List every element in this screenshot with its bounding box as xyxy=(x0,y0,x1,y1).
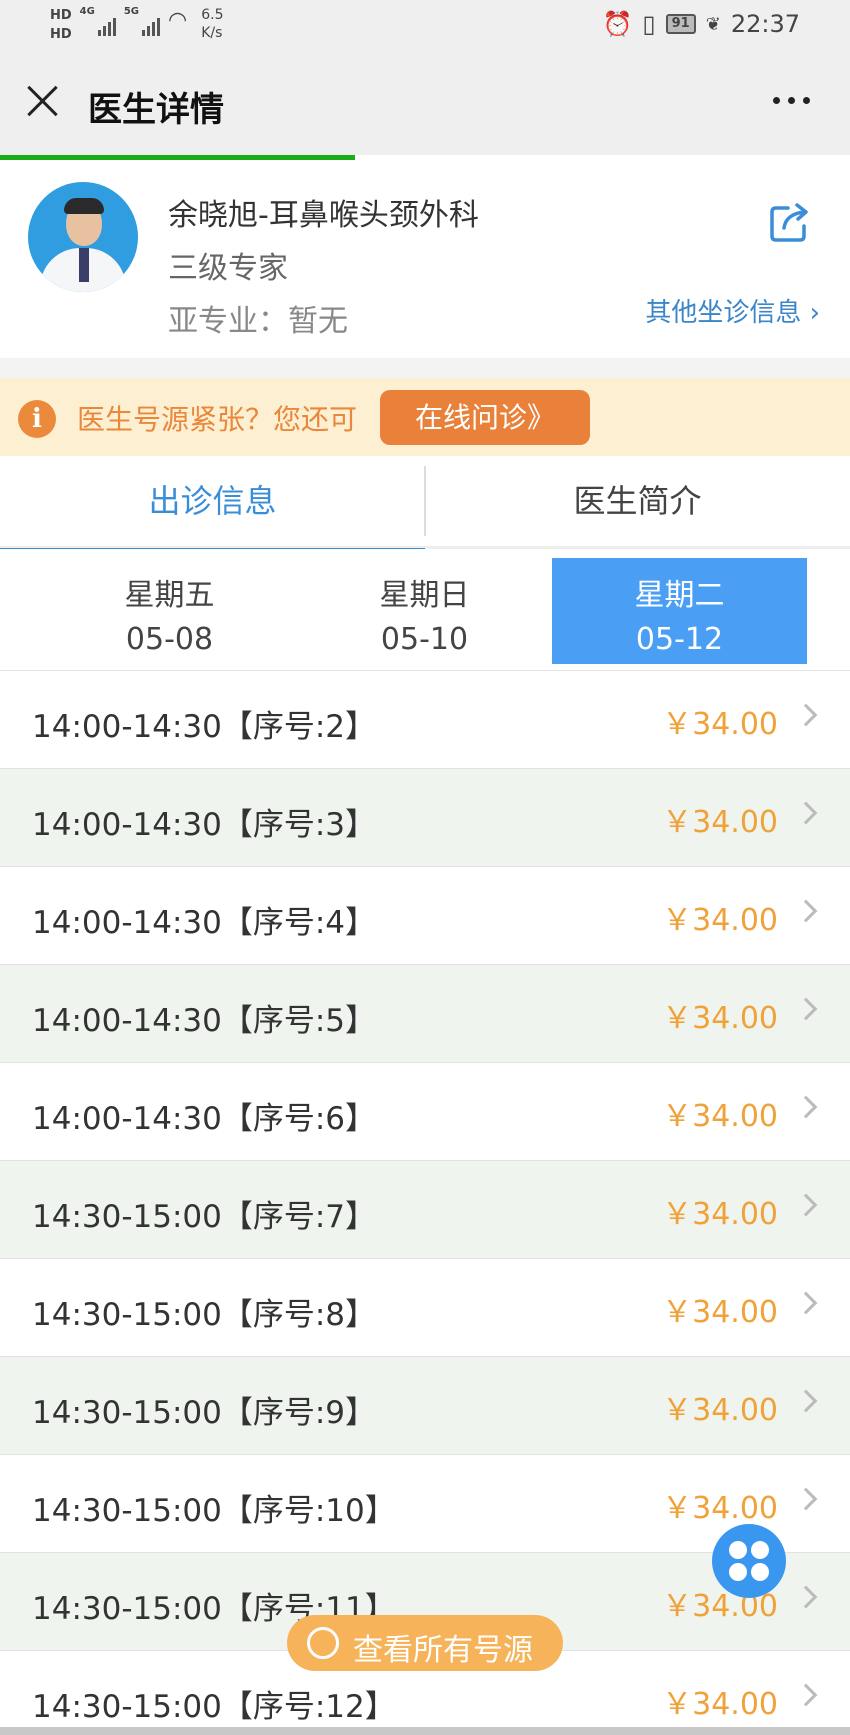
other-clinic-info-link[interactable]: 其他坐诊信息 › xyxy=(645,292,820,329)
doctor-subspecialty: 亚专业：暂无 xyxy=(168,304,348,339)
doctor-card: 余晓旭-耳鼻喉头颈外科 三级专家 亚专业：暂无 其他坐诊信息 › xyxy=(0,160,850,358)
section-gap xyxy=(0,358,850,378)
vibrate-icon: ▯ xyxy=(642,10,656,38)
tab-doctor-intro[interactable]: 医生简介 xyxy=(425,456,850,549)
view-all-slots-label: 查看所有号源 xyxy=(353,1633,533,1668)
chevron-right-icon xyxy=(794,1389,818,1413)
slot-price: ￥34.00 xyxy=(662,707,778,742)
slot-time: 14:00-14:30【序号:3】 xyxy=(32,807,377,843)
network-5g-label: 5G xyxy=(123,6,140,17)
hd-badge-1: HD xyxy=(50,8,72,23)
clock-time: 22:37 xyxy=(730,10,800,38)
close-icon[interactable] xyxy=(26,84,60,118)
date-selector: 星期五 05-08 星期日 05-10 星期二 05-12 xyxy=(0,549,850,671)
share-icon[interactable] xyxy=(768,200,812,244)
bottom-edge xyxy=(0,1727,850,1735)
date-option[interactable]: 星期日 05-10 xyxy=(297,558,552,664)
slot-time: 14:00-14:30【序号:4】 xyxy=(32,905,377,941)
date-weekday: 星期五 xyxy=(124,578,215,613)
date-weekday: 星期日 xyxy=(379,578,470,613)
signal-5g-icon: 5G xyxy=(123,6,161,36)
date-value: 05-10 xyxy=(380,622,469,657)
slot-time: 14:00-14:30【序号:6】 xyxy=(32,1101,377,1137)
chevron-right-icon xyxy=(794,1487,818,1511)
slot-row[interactable]: 14:00-14:30【序号:3】 ￥34.00 xyxy=(0,769,850,867)
slot-time: 14:00-14:30【序号:2】 xyxy=(32,709,377,745)
slot-row[interactable]: 14:30-15:00【序号:8】 ￥34.00 xyxy=(0,1259,850,1357)
date-option-selected[interactable]: 星期二 05-12 xyxy=(552,558,807,664)
slot-time: 14:30-15:00【序号:8】 xyxy=(32,1297,377,1333)
slot-row[interactable]: 14:30-15:00【序号:9】 ￥34.00 xyxy=(0,1357,850,1455)
date-option[interactable]: 星期五 05-08 xyxy=(42,558,297,664)
slot-row[interactable]: 14:00-14:30【序号:4】 ￥34.00 xyxy=(0,867,850,965)
slot-row[interactable]: 14:00-14:30【序号:6】 ￥34.00 xyxy=(0,1063,850,1161)
wifi-icon: ◠ xyxy=(168,8,188,33)
slot-row[interactable]: 14:00-14:30【序号:5】 ￥34.00 xyxy=(0,965,850,1063)
slot-row[interactable]: 14:30-15:00【序号:7】 ￥34.00 xyxy=(0,1161,850,1259)
slot-price: ￥34.00 xyxy=(662,903,778,938)
tab-bar: 出诊信息 医生简介 xyxy=(0,456,850,552)
tab-schedule[interactable]: 出诊信息 xyxy=(0,456,425,552)
slot-price: ￥34.00 xyxy=(662,1393,778,1428)
slot-price: ￥34.00 xyxy=(662,1001,778,1036)
chevron-right-icon xyxy=(794,1683,818,1707)
online-consult-button[interactable]: 在线问诊》 xyxy=(380,390,590,445)
date-value: 05-08 xyxy=(125,622,214,657)
slot-time: 14:30-15:00【序号:7】 xyxy=(32,1199,377,1235)
chevron-right-icon xyxy=(794,801,818,825)
status-bar: HD HD 4G 5G ◠ 6.5 K/s ⏰ ▯ 91 ❦ 22:37 xyxy=(0,0,850,52)
slot-price: ￥34.00 xyxy=(662,1491,778,1526)
view-all-slots-button[interactable]: 查看所有号源 xyxy=(287,1615,563,1671)
chevron-right-icon xyxy=(794,997,818,1021)
slot-price: ￥34.00 xyxy=(662,1197,778,1232)
date-weekday: 星期二 xyxy=(634,578,725,613)
circle-icon xyxy=(307,1627,339,1659)
slot-time: 14:30-15:00【序号:9】 xyxy=(32,1395,377,1431)
slot-time: 14:30-15:00【序号:10】 xyxy=(32,1493,396,1529)
chevron-right-icon xyxy=(794,899,818,923)
doctor-avatar xyxy=(28,182,138,292)
leaf-icon: ❦ xyxy=(705,13,721,35)
floating-menu-button[interactable] xyxy=(712,1524,786,1598)
page-title: 医生详情 xyxy=(88,90,224,130)
battery-icon: 91 xyxy=(665,14,696,34)
slot-time: 14:30-15:00【序号:12】 xyxy=(32,1689,396,1725)
more-menu-icon[interactable] xyxy=(773,97,810,104)
network-4g-label: 4G xyxy=(79,6,95,17)
chevron-right-icon xyxy=(794,703,818,727)
notice-banner: i 医生号源紧张？您还可 在线问诊》 xyxy=(0,378,850,456)
status-right: ⏰ ▯ 91 ❦ 22:37 xyxy=(603,10,800,38)
chevron-right-icon xyxy=(794,1291,818,1315)
slot-price: ￥34.00 xyxy=(662,1687,778,1722)
notice-text: 医生号源紧张？您还可 xyxy=(77,403,358,436)
slot-row[interactable]: 14:00-14:30【序号:2】 ￥34.00 xyxy=(0,671,850,769)
hd-badge-2: HD xyxy=(50,27,72,42)
signal-4g-icon: 4G xyxy=(80,6,116,36)
slot-price: ￥34.00 xyxy=(662,805,778,840)
chevron-right-icon xyxy=(794,1585,818,1609)
speed-value: 6.5 xyxy=(201,7,224,23)
doctor-name: 余晓旭-耳鼻喉头颈外科 xyxy=(168,198,479,233)
other-clinic-info-label: 其他坐诊信息 xyxy=(645,298,802,328)
status-left: HD HD 4G 5G ◠ 6.5 K/s xyxy=(50,6,223,44)
slot-time: 14:00-14:30【序号:5】 xyxy=(32,1003,377,1039)
slot-price: ￥34.00 xyxy=(662,1295,778,1330)
chevron-right-icon xyxy=(794,1193,818,1217)
speed-unit: K/s xyxy=(201,25,223,41)
doctor-level: 三级专家 xyxy=(168,251,288,286)
alarm-icon: ⏰ xyxy=(602,10,633,38)
nav-bar: 医生详情 xyxy=(0,52,850,155)
chevron-right-icon xyxy=(794,1095,818,1119)
network-speed: 6.5 K/s xyxy=(201,6,223,42)
info-icon: i xyxy=(18,400,56,438)
slot-price: ￥34.00 xyxy=(662,1099,778,1134)
hd-badges: HD HD xyxy=(50,6,72,44)
date-value: 05-12 xyxy=(635,622,724,657)
chevron-right-icon: › xyxy=(801,298,820,328)
